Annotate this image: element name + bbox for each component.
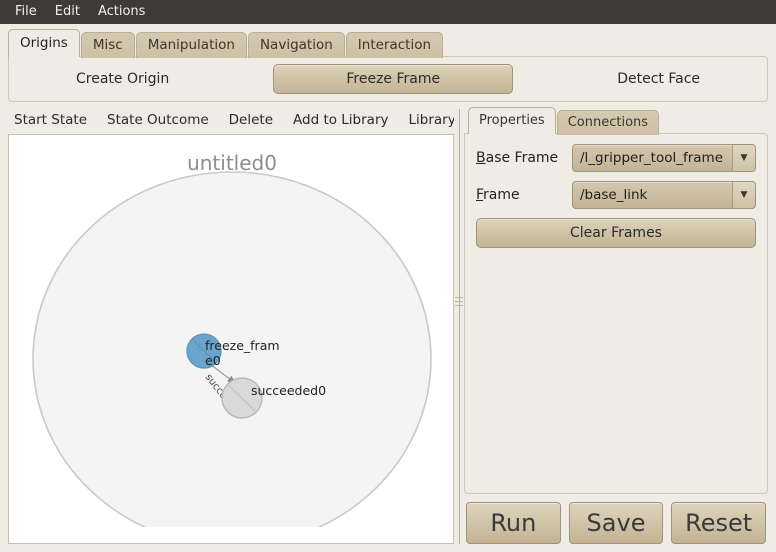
- base-frame-label-rest: ase Frame: [485, 150, 559, 166]
- properties-tabstrip: Properties Connections: [464, 107, 768, 135]
- splitter-grip[interactable]: [455, 294, 463, 308]
- graph-pane: Start State State Outcome Delete Add to …: [8, 109, 456, 544]
- frame-value: /base_link: [580, 187, 648, 203]
- start-state-button[interactable]: Start State: [14, 110, 98, 130]
- properties-pane: Properties Connections Base Frame /l_gri…: [464, 107, 768, 544]
- menu-file[interactable]: File: [6, 2, 46, 22]
- tab-manipulation[interactable]: Manipulation: [135, 32, 247, 58]
- properties-form: Base Frame /l_gripper_tool_frame ▼ Frame…: [464, 133, 768, 494]
- pane-splitter[interactable]: [454, 109, 464, 544]
- state-machine-graph[interactable]: untitled0 succeeded succeeded0 freeze_fr…: [9, 135, 454, 527]
- base-frame-row: Base Frame /l_gripper_tool_frame ▼: [476, 144, 756, 172]
- application-window: File Edit Actions Origins Misc Manipulat…: [0, 0, 776, 552]
- delete-button[interactable]: Delete: [229, 110, 284, 130]
- reset-button[interactable]: Reset: [671, 502, 767, 544]
- tab-properties[interactable]: Properties: [468, 107, 556, 134]
- tab-origins[interactable]: Origins: [8, 29, 80, 57]
- chevron-down-icon[interactable]: ▼: [732, 182, 755, 208]
- main-tabstrip: Origins Misc Manipulation Navigation Int…: [8, 29, 768, 58]
- save-button[interactable]: Save: [568, 502, 664, 544]
- menu-edit[interactable]: Edit: [46, 2, 89, 22]
- tab-misc[interactable]: Misc: [80, 32, 135, 58]
- tab-connections[interactable]: Connections: [556, 110, 660, 135]
- clear-frames-button[interactable]: Clear Frames: [476, 218, 756, 248]
- base-frame-value: /l_gripper_tool_frame: [580, 150, 724, 166]
- graph-node-freeze-frame0-label-line1: freeze_fram: [205, 338, 280, 353]
- graph-node-succeeded0-label: succeeded0: [251, 383, 326, 398]
- state-outcome-button[interactable]: State Outcome: [107, 110, 220, 130]
- frame-label-rest: rame: [483, 187, 520, 203]
- graph-node-freeze-frame0-label-line2: e0: [205, 353, 221, 368]
- graph-title: untitled0: [187, 151, 277, 175]
- main-content: Start State State Outcome Delete Add to …: [0, 103, 776, 552]
- frame-label: Frame: [476, 187, 572, 203]
- base-frame-label-accel: B: [476, 150, 486, 166]
- action-buttons: Run Save Reset: [464, 495, 768, 544]
- detect-face-button[interactable]: Detect Face: [607, 66, 710, 92]
- freeze-frame-button[interactable]: Freeze Frame: [273, 64, 514, 94]
- chevron-down-icon[interactable]: ▼: [732, 145, 755, 171]
- frame-row: Frame /base_link ▼: [476, 181, 756, 209]
- menu-bar: File Edit Actions: [0, 0, 776, 24]
- add-to-library-button[interactable]: Add to Library: [293, 110, 399, 130]
- menu-actions[interactable]: Actions: [89, 2, 155, 22]
- main-tabstrip-container: Origins Misc Manipulation Navigation Int…: [0, 24, 776, 58]
- run-button[interactable]: Run: [466, 502, 561, 544]
- tab-interaction[interactable]: Interaction: [345, 32, 444, 58]
- origins-tab-panel: Create Origin Freeze Frame Detect Face: [8, 56, 768, 102]
- tab-navigation[interactable]: Navigation: [247, 32, 345, 58]
- graph-action-bar: Start State State Outcome Delete Add to …: [8, 109, 456, 131]
- base-frame-label: Base Frame: [476, 150, 572, 166]
- state-machine-canvas[interactable]: untitled0 succeeded succeeded0 freeze_fr…: [8, 134, 454, 544]
- frame-label-accel: F: [476, 187, 484, 203]
- origins-toolbar: Create Origin Freeze Frame Detect Face: [9, 64, 767, 94]
- base-frame-combobox[interactable]: /l_gripper_tool_frame ▼: [572, 144, 756, 172]
- frame-combobox[interactable]: /base_link ▼: [572, 181, 756, 209]
- create-origin-button[interactable]: Create Origin: [66, 66, 179, 92]
